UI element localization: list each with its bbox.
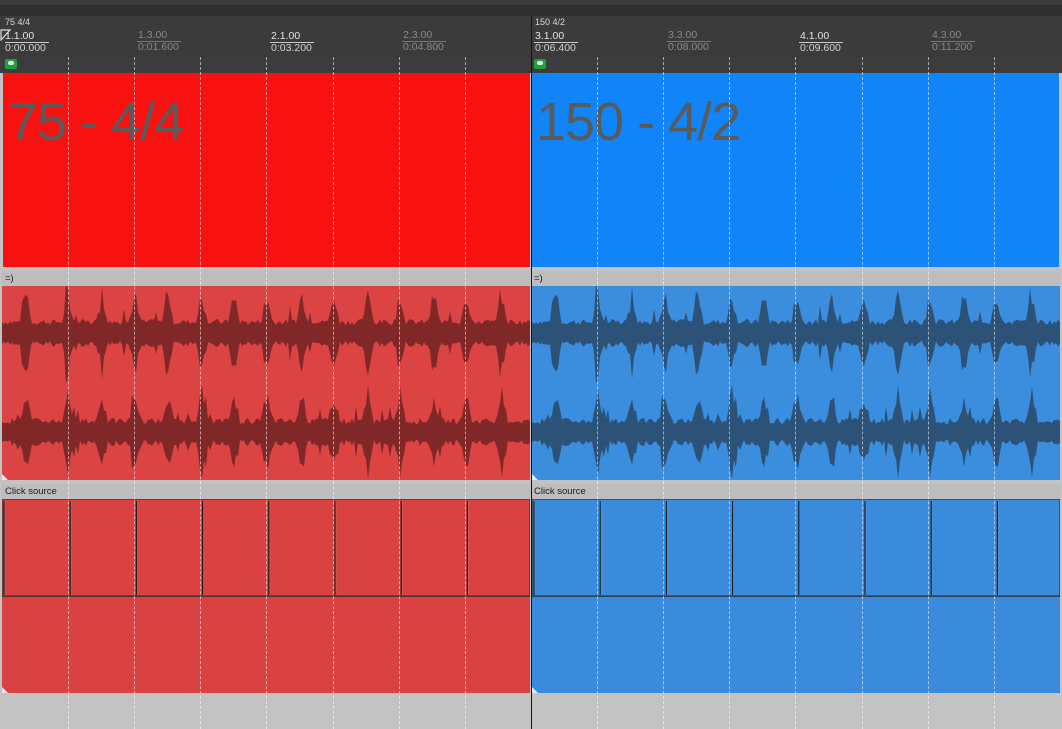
grid-line <box>134 57 136 729</box>
item-resize-handle[interactable] <box>2 687 8 693</box>
grid-line <box>729 57 731 729</box>
region-title: 75 - 4/4 <box>8 92 184 152</box>
grid-line <box>68 57 70 729</box>
grid-line <box>266 57 268 729</box>
marker-comment-icon[interactable] <box>5 59 17 69</box>
grid-line <box>465 57 467 729</box>
grid-line <box>795 57 797 729</box>
grid-line <box>333 57 335 729</box>
item-resize-handle[interactable] <box>2 474 8 480</box>
grid-line <box>399 57 401 729</box>
grid-line <box>994 57 996 729</box>
grid-line <box>928 57 930 729</box>
tempo-marker-label[interactable]: 75 4/4 <box>5 17 30 27</box>
tempo-boundary-line <box>531 16 532 729</box>
marker-comment-icon[interactable] <box>534 59 546 69</box>
item-resize-handle[interactable] <box>532 474 538 480</box>
item-resize-handle[interactable] <box>532 687 538 693</box>
edit-cursor-icon[interactable] <box>0 29 12 41</box>
top-bar <box>0 0 1062 16</box>
tempo-marker-label[interactable]: 150 4/2 <box>535 17 565 27</box>
grid-line <box>862 57 864 729</box>
region-title: 150 - 4/2 <box>536 92 741 152</box>
grid-line <box>200 57 202 729</box>
grid-line <box>597 57 599 729</box>
grid-line <box>663 57 665 729</box>
